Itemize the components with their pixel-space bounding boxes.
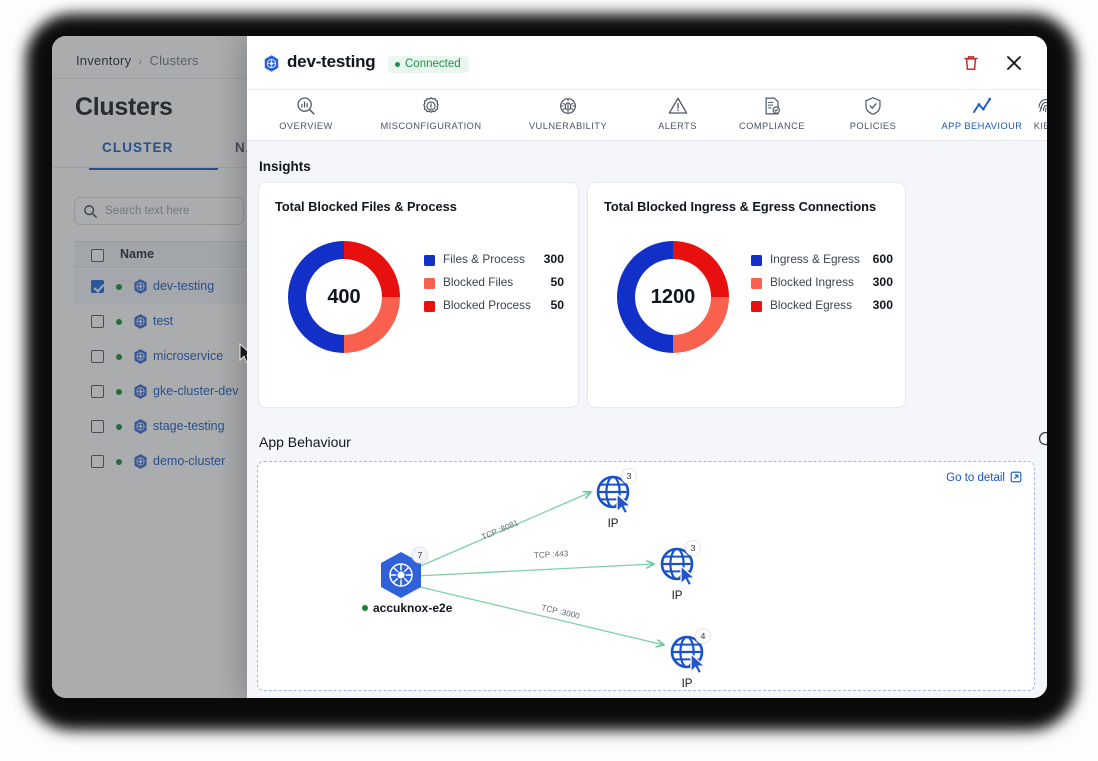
- graph-node-source[interactable]: 7: [381, 546, 429, 598]
- chart-legend: Files & Process 300 Blocked Files 50 Blo…: [424, 251, 564, 320]
- legend-value: 300: [872, 298, 893, 312]
- node-status-dot: [362, 605, 368, 611]
- legend-swatch-icon: [424, 278, 435, 289]
- donut-center-value: 1200: [650, 285, 696, 308]
- tab-label: POLICIES: [849, 121, 897, 131]
- tab-label: OVERVIEW: [279, 121, 333, 131]
- donut-chart: 400: [279, 232, 409, 362]
- tab-label: VULNERABILITY: [528, 121, 608, 131]
- tab-overview[interactable]: OVERVIEW: [254, 95, 358, 142]
- legend-item: Blocked Ingress 300: [751, 274, 893, 297]
- legend-value: 50: [550, 275, 564, 289]
- legend-value: 600: [872, 252, 893, 266]
- legend-item: Blocked Process 50: [424, 297, 564, 320]
- screenshot-frame: Inventory›Clusters Clusters CLUSTER NAME…: [0, 0, 1098, 761]
- card-title: Total Blocked Ingress & Egress Connectio…: [604, 199, 877, 214]
- edge-label: TCP :8081: [480, 518, 520, 542]
- app-behaviour-heading: App Behaviour: [259, 434, 351, 450]
- tab-kiem[interactable]: KIEM: [1009, 95, 1047, 142]
- tab-compliance[interactable]: COMPLIANCE: [713, 95, 831, 142]
- legend-value: 300: [872, 275, 893, 289]
- legend-item: Files & Process 300: [424, 251, 564, 274]
- tab-label: ALERTS: [658, 121, 697, 131]
- graph-node-target[interactable]: 3: [660, 540, 701, 587]
- legend-value: 50: [550, 298, 564, 312]
- blocked-ingress-egress-card: Total Blocked Ingress & Egress Connectio…: [587, 182, 906, 408]
- tab-misconfiguration[interactable]: MISCONFIGURATION: [352, 95, 510, 142]
- modal-body: Insights Total Blocked Files & Process 4…: [247, 141, 1047, 698]
- tab-vulnerability[interactable]: VULNERABILITY: [503, 95, 633, 142]
- edge-label: TCP :443: [534, 549, 569, 560]
- donut-chart: 1200: [608, 232, 738, 362]
- graph-edge: [415, 564, 654, 577]
- legend-swatch-icon: [751, 278, 762, 289]
- legend-swatch-icon: [424, 301, 435, 312]
- kubernetes-icon: [264, 55, 279, 72]
- legend-swatch-icon: [424, 255, 435, 266]
- overview-magnifier-icon: [297, 97, 315, 115]
- legend-label: Ingress & Egress: [770, 252, 860, 266]
- node-label: accuknox-e2e: [373, 601, 453, 615]
- tab-alerts[interactable]: ALERTS: [631, 95, 724, 142]
- graph-edge: [415, 585, 664, 645]
- node-badge: 3: [627, 471, 632, 481]
- blocked-files-process-card: Total Blocked Files & Process 400 Files …: [258, 182, 579, 408]
- status-badge: Connected: [388, 56, 469, 73]
- donut-center-value: 400: [327, 285, 361, 308]
- node-label: IP: [682, 678, 693, 690]
- app-window: Inventory›Clusters Clusters CLUSTER NAME…: [52, 36, 1047, 698]
- app-behaviour-graph-panel: Go to detail TCP :8081 TCP:443 TCP:300…: [257, 461, 1035, 691]
- legend-label: Blocked Egress: [770, 298, 852, 312]
- cluster-detail-modal: dev-testing Connected OVERVIEW MISCONFIG…: [247, 36, 1047, 698]
- legend-item: Blocked Egress 300: [751, 297, 893, 320]
- node-badge: 7: [418, 550, 423, 560]
- gear-alert-icon: [423, 97, 439, 113]
- tab-label: KIEM: [1033, 121, 1047, 131]
- node-badge: 4: [701, 631, 706, 641]
- node-label: IP: [608, 518, 619, 530]
- warning-triangle-icon: [668, 97, 687, 114]
- graph-node-target[interactable]: 4: [670, 628, 711, 675]
- close-icon[interactable]: [1004, 53, 1024, 73]
- node-badge: 3: [691, 543, 696, 553]
- trash-icon[interactable]: [961, 53, 981, 73]
- legend-label: Files & Process: [443, 252, 525, 266]
- legend-label: Blocked Process: [443, 298, 531, 312]
- chart-legend: Ingress & Egress 600 Blocked Ingress 300…: [751, 251, 893, 320]
- legend-item: Blocked Files 50: [424, 274, 564, 297]
- legend-value: 300: [543, 252, 564, 266]
- modal-title: dev-testing: [287, 52, 376, 71]
- legend-label: Blocked Ingress: [770, 275, 854, 289]
- legend-label: Blocked Files: [443, 275, 514, 289]
- tab-label: MISCONFIGURATION: [380, 121, 482, 131]
- legend-swatch-icon: [751, 301, 762, 312]
- shield-check-icon: [865, 97, 881, 115]
- node-label: IP: [672, 590, 683, 602]
- graph-node-target[interactable]: 3: [596, 468, 637, 515]
- refresh-icon[interactable]: [1037, 430, 1047, 447]
- tab-policies[interactable]: POLICIES: [825, 95, 921, 142]
- edge-label: TCP :3000: [541, 603, 581, 621]
- trend-line-icon: [973, 97, 992, 113]
- bug-target-icon: [560, 98, 576, 114]
- modal-header: dev-testing Connected: [247, 36, 1047, 89]
- fingerprint-icon: [1038, 99, 1047, 113]
- legend-swatch-icon: [751, 255, 762, 266]
- document-check-icon: [765, 97, 780, 115]
- card-title: Total Blocked Files & Process: [275, 199, 457, 214]
- network-graph: TCP :8081 TCP :443 TCP :3000 7 accuknox-…: [362, 468, 711, 690]
- legend-item: Ingress & Egress 600: [751, 251, 893, 274]
- tab-label: COMPLIANCE: [739, 121, 805, 131]
- modal-tabstrip: OVERVIEW MISCONFIGURATION VULNERABILITY …: [247, 89, 1047, 148]
- insights-heading: Insights: [259, 159, 311, 174]
